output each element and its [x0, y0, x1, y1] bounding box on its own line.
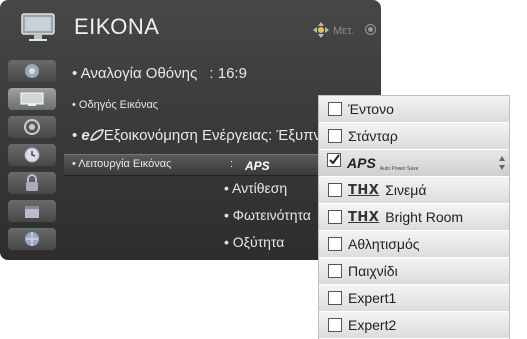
aspect-ratio-label: • Αναλογία Οθόνης: [72, 65, 198, 82]
checkmark-icon: [327, 153, 341, 167]
move-arrows-icon: [313, 22, 329, 38]
sidebar-item-picture[interactable]: [8, 88, 56, 110]
leaf-icon: [89, 129, 104, 141]
checkbox: [328, 183, 342, 197]
sidebar: [0, 56, 64, 260]
option-label: Έντονο: [348, 101, 394, 117]
picture-icon: [20, 92, 44, 106]
lock-icon: [26, 174, 38, 191]
option-label: Bright Room: [385, 209, 464, 225]
option-thx-bright-room[interactable]: THX Bright Room: [319, 204, 509, 231]
picture-mode-colon: :: [230, 158, 234, 170]
energy-logo: e: [81, 127, 90, 144]
calendar-icon: [25, 206, 39, 218]
clock-icon: [24, 147, 40, 163]
option-standard[interactable]: Στάνταρ: [319, 123, 509, 150]
energy-saving-row[interactable]: • e Εξοικονόμηση Ενέργειας: Έξυπνη: [72, 127, 329, 144]
option-sport[interactable]: Αθλητισμός: [319, 231, 509, 258]
ok-button-icon: [365, 24, 376, 35]
picture-mode-label: • Λειτουργία Εικόνας: [72, 158, 172, 170]
checkbox: [328, 318, 342, 332]
option-label: APS: [347, 155, 376, 171]
option-vivid[interactable]: Έντονο: [319, 96, 509, 123]
option-game[interactable]: Παιχνίδι: [319, 258, 509, 285]
picture-mode-value: APS: [245, 157, 270, 175]
checkbox: [328, 102, 342, 116]
hint-move-label: Μετ.: [333, 25, 355, 37]
picture-wizard-row[interactable]: • Οδηγός Εικόνας: [72, 99, 158, 111]
sidebar-item-network[interactable]: [8, 228, 56, 250]
energy-saving-text: Εξοικονόμηση Ενέργειας: Έξυπνη: [103, 127, 330, 144]
option-label: Expert2: [348, 317, 397, 333]
option-label: Σινεμά: [385, 182, 427, 198]
option-expert1[interactable]: Expert1: [319, 285, 509, 312]
picture-mode-dropdown: Έντονο Στάνταρ APS Auto Power Save THX Σ…: [318, 95, 510, 339]
checkbox: [328, 264, 342, 278]
sidebar-item-photo[interactable]: [8, 60, 56, 82]
aspect-ratio-value: : 16:9: [209, 65, 247, 82]
sidebar-item-audio[interactable]: [8, 116, 56, 138]
sidebar-item-lock[interactable]: [8, 172, 56, 194]
menu-header: ΕΙΚΟΝΑ Μετ.: [0, 0, 381, 56]
speaker-icon: [24, 119, 40, 135]
menu-title: ΕΙΚΟΝΑ: [74, 14, 160, 39]
aspect-ratio-row[interactable]: • Αναλογία Οθόνης : 16:9: [72, 65, 247, 82]
sidebar-item-time[interactable]: [8, 144, 56, 166]
checkbox: [328, 291, 342, 305]
option-label: Expert1: [348, 290, 397, 306]
checkbox: [328, 129, 342, 143]
aps-sub-label: Auto Power Save: [379, 166, 419, 172]
contrast-row[interactable]: • Αντίθεση: [224, 180, 287, 196]
sharpness-row[interactable]: • Οξύτητα: [224, 234, 284, 250]
option-thx-cinema[interactable]: THX Σινεμά: [319, 177, 509, 204]
checkbox: [328, 237, 342, 251]
network-icon: [25, 232, 39, 246]
tv-icon: [21, 13, 55, 41]
thx-logo: THX: [348, 209, 380, 225]
scroll-arrows-icon[interactable]: [499, 156, 505, 170]
brightness-row[interactable]: • Φωτεινότητα: [224, 207, 311, 223]
thx-logo: THX: [348, 182, 380, 198]
option-aps[interactable]: APS Auto Power Save: [319, 150, 509, 177]
aps-logo: APS: [245, 159, 270, 173]
photo-icon: [25, 64, 39, 78]
option-label: Αθλητισμός: [348, 236, 420, 252]
option-expert2[interactable]: Expert2: [319, 312, 509, 339]
sidebar-item-option[interactable]: [8, 200, 56, 222]
option-label: Παιχνίδι: [348, 263, 398, 279]
option-label: Στάνταρ: [348, 128, 398, 144]
checkbox: [328, 210, 342, 224]
energy-bullet: •: [72, 127, 82, 144]
